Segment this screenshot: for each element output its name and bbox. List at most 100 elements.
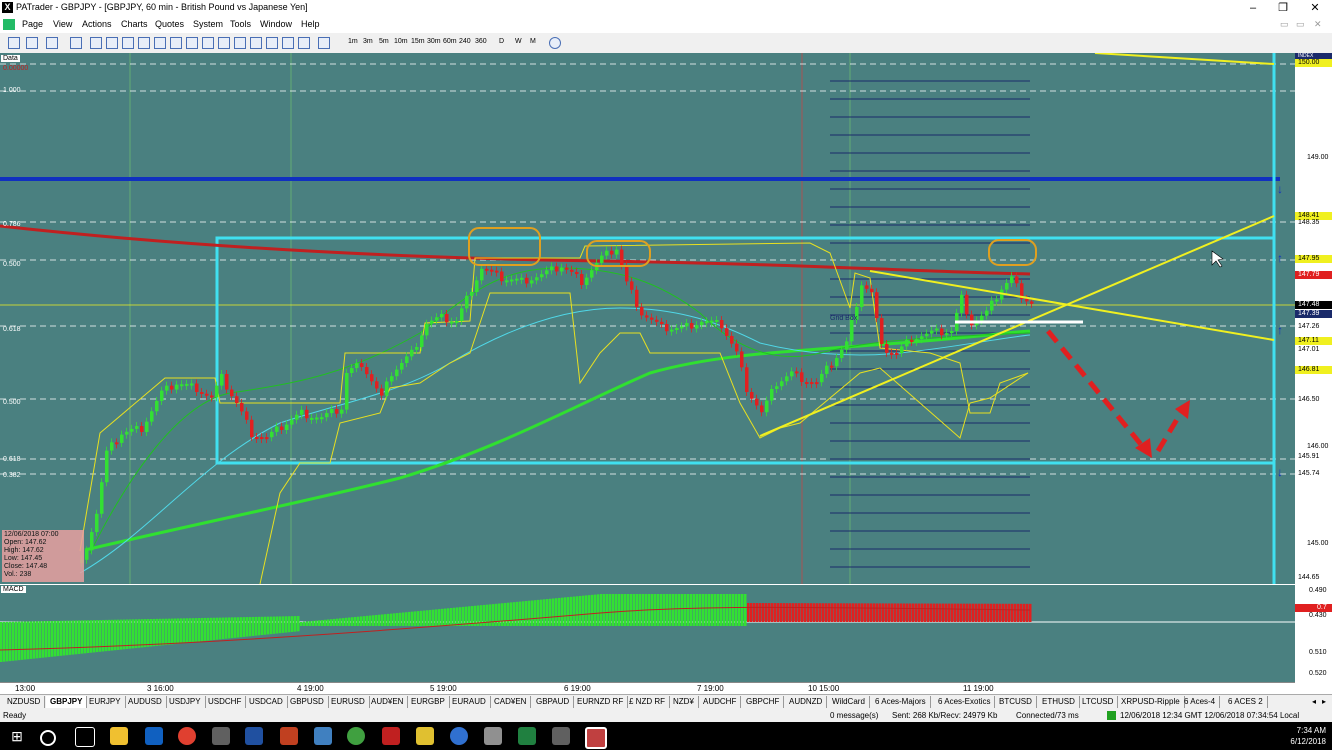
timeframe-w[interactable]: W (515, 38, 522, 45)
calculator-icon[interactable] (484, 727, 502, 745)
app-icon[interactable] (314, 727, 332, 745)
app-icon[interactable] (382, 727, 400, 745)
crosshair-icon[interactable] (549, 37, 561, 49)
app-icon[interactable] (552, 727, 570, 745)
pen-icon[interactable] (318, 37, 330, 49)
toolbar-tool-icon[interactable] (250, 37, 262, 49)
app-icon[interactable] (416, 727, 434, 745)
timeframe-1m[interactable]: 1m (348, 38, 358, 45)
tab-gbpchf[interactable]: GBPCHF (742, 696, 785, 708)
toolbar-tool-icon[interactable] (26, 37, 38, 49)
toolbar-tool-icon[interactable] (202, 37, 214, 49)
close-icon[interactable]: ✕ (1300, 0, 1330, 16)
toolbar-tool-icon[interactable] (298, 37, 310, 49)
peak-annotation (988, 239, 1037, 266)
fibonacci-icon[interactable] (186, 37, 198, 49)
chrome-icon[interactable] (178, 727, 196, 745)
toolbar-tool-icon[interactable] (106, 37, 118, 49)
tab-ethusd[interactable]: ETHUSD (1038, 696, 1080, 708)
toolbar-tool-icon[interactable] (282, 37, 294, 49)
menu-actions[interactable]: Actions (82, 19, 112, 29)
tab-audnzd[interactable]: AUDNZD (785, 696, 828, 708)
tab-nzd-rf[interactable]: £ NZD RF (625, 696, 670, 708)
timeframe-10m[interactable]: 10m (394, 38, 408, 45)
search-icon[interactable] (40, 730, 56, 746)
timeframe-360[interactable]: 360 (475, 38, 487, 45)
tab-xrpusd-ripple[interactable]: XRPUSD-Ripple (1117, 696, 1185, 708)
toolbar-tool-icon[interactable] (122, 37, 134, 49)
toolbar-tool-icon[interactable] (8, 37, 20, 49)
mdi-close-icon[interactable]: ✕ (1314, 19, 1322, 30)
menu-system[interactable]: System (193, 19, 223, 29)
menu-charts[interactable]: Charts (121, 19, 148, 29)
timeframe-5m[interactable]: 5m (379, 38, 389, 45)
tab-6-aces-exotics[interactable]: 6 Aces-Exotics (934, 696, 996, 708)
task-view-icon[interactable] (75, 727, 95, 747)
timeframe-d[interactable]: D (499, 38, 504, 45)
toolbar-chart-icon[interactable] (46, 37, 58, 49)
tab-euraud[interactable]: EURAUD (448, 696, 491, 708)
toolbar-tool-icon[interactable] (170, 37, 182, 49)
tab-btcusd[interactable]: BTCUSD (995, 696, 1037, 708)
timeframe-3m[interactable]: 3m (363, 38, 373, 45)
restore-icon[interactable]: ❐ (1268, 0, 1298, 16)
tab-nzdusd[interactable]: NZDUSD (3, 696, 46, 708)
tab-6-aces-2[interactable]: 6 ACES 2 (1224, 696, 1268, 708)
word-icon[interactable] (245, 727, 263, 745)
menu-app-icon[interactable] (3, 19, 15, 30)
tab-6-aces-4[interactable]: 6 Aces-4 (1180, 696, 1221, 708)
mdi-minimize-icon[interactable]: ▭ (1280, 19, 1289, 30)
tab-eurusd[interactable]: EURUSD (327, 696, 370, 708)
tab-audyen[interactable]: AUD¥EN (367, 696, 409, 708)
tab-eurnzd-rf[interactable]: EURNZD RF (573, 696, 629, 708)
tab-audchf[interactable]: AUDCHF (699, 696, 742, 708)
tab-gbpjpy[interactable]: GBPJPY (46, 696, 88, 708)
tab-usdchf[interactable]: USDCHF (204, 696, 247, 708)
file-explorer-icon[interactable] (110, 727, 128, 745)
tab-usdcad[interactable]: USDCAD (245, 696, 288, 708)
toolbar-tool-icon[interactable] (218, 37, 230, 49)
mdi-restore-icon[interactable]: ▭ (1296, 19, 1305, 30)
menu-window[interactable]: Window (260, 19, 292, 29)
price-axis[interactable]: INDEX 150.00 149.00 148.41 148.35 147.95… (1295, 53, 1332, 584)
app-icon[interactable] (585, 727, 607, 749)
tab-eurjpy[interactable]: EURJPY (85, 696, 126, 708)
tab-usdjpy[interactable]: USDJPY (165, 696, 206, 708)
timeframe-m[interactable]: M (530, 38, 536, 45)
menu-tools[interactable]: Tools (230, 19, 251, 29)
toolbar-tool-icon[interactable] (70, 37, 82, 49)
timeframe-60m[interactable]: 60m (443, 38, 457, 45)
tab-gbpaud[interactable]: GBPAUD (532, 696, 575, 708)
tab-nzdyen[interactable]: NZD¥ (669, 696, 699, 708)
menu-quotes[interactable]: Quotes (155, 19, 184, 29)
trendline-icon[interactable] (138, 37, 150, 49)
tab-6-aces-majors[interactable]: 6 Aces-Majors (871, 696, 931, 708)
price-chart[interactable]: ↓ ↑ ↑ ↓ 1.000 0.786 0.500 0.618 0.500 0.… (0, 52, 1295, 585)
tab-gbpusd[interactable]: GBPUSD (286, 696, 329, 708)
excel-icon[interactable] (518, 727, 536, 745)
cursor-icon[interactable] (90, 37, 102, 49)
tab-wildcard[interactable]: WildCard (828, 696, 870, 708)
macd-panel[interactable] (0, 585, 1295, 682)
powerpoint-icon[interactable] (280, 727, 298, 745)
outlook-icon[interactable] (145, 727, 163, 745)
app-icon[interactable] (212, 727, 230, 745)
tab-cadyen[interactable]: CAD¥EN (490, 696, 532, 708)
menu-page[interactable]: Page (22, 19, 43, 29)
toolbar-tool-icon[interactable] (234, 37, 246, 49)
menu-help[interactable]: Help (301, 19, 320, 29)
menu-view[interactable]: View (53, 19, 72, 29)
timeframe-240[interactable]: 240 (459, 38, 471, 45)
toolbar-tool-icon[interactable] (266, 37, 278, 49)
app-icon[interactable] (450, 727, 468, 745)
app-icon[interactable] (347, 727, 365, 745)
tab-eurgbp[interactable]: EURGBP (407, 696, 450, 708)
tab-ltcusd[interactable]: LTCUSD (1078, 696, 1119, 708)
tabs-scroll-right-icon[interactable]: ▸ (1318, 696, 1330, 708)
timeframe-30m[interactable]: 30m (427, 38, 441, 45)
windows-start-icon[interactable]: ⊞ (8, 727, 26, 745)
toolbar-tool-icon[interactable] (154, 37, 166, 49)
minimize-icon[interactable]: – (1238, 0, 1268, 16)
tab-audusd[interactable]: AUDUSD (124, 696, 167, 708)
timeframe-15m[interactable]: 15m (411, 38, 425, 45)
